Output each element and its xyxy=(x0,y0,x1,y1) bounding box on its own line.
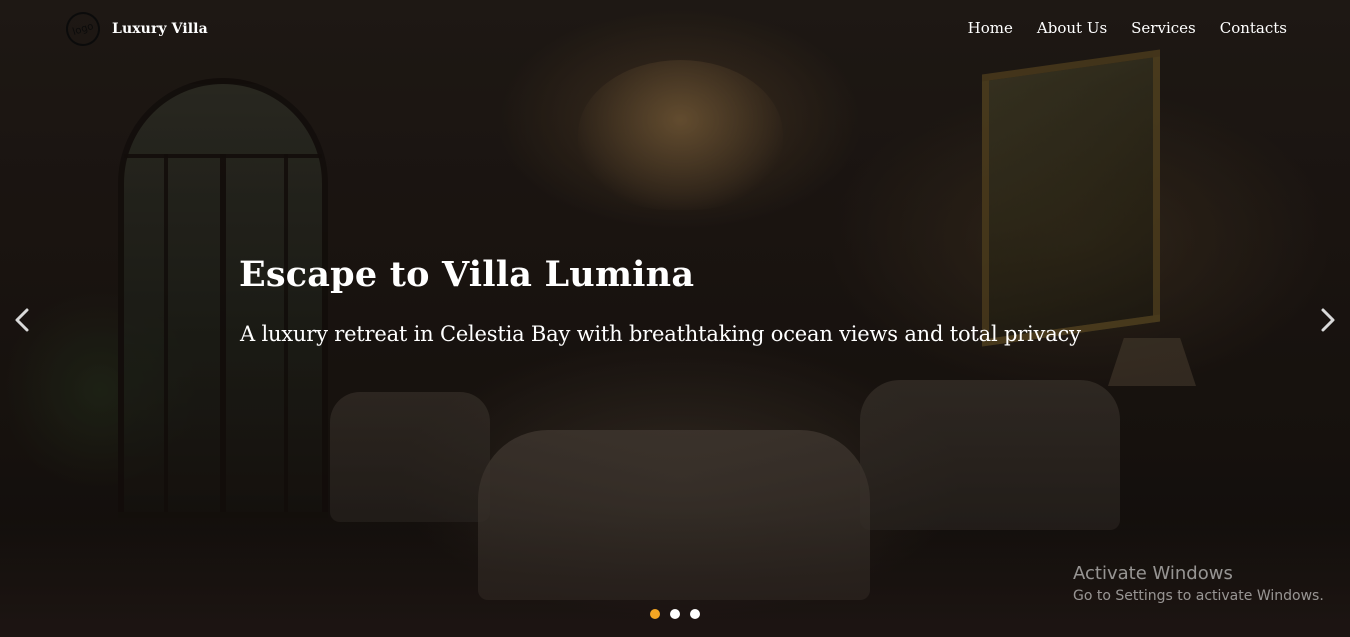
watermark-subtitle: Go to Settings to activate Windows. xyxy=(1073,588,1324,604)
chevron-left-icon xyxy=(15,308,29,332)
chevron-right-icon xyxy=(1321,308,1335,332)
carousel-indicators xyxy=(650,609,700,619)
carousel-dot-3[interactable] xyxy=(690,609,700,619)
brand[interactable]: logo Luxury Villa xyxy=(61,7,208,51)
background-image xyxy=(0,0,1350,637)
nav-link-contacts[interactable]: Contacts xyxy=(1220,19,1287,37)
nav-link-about-us[interactable]: About Us xyxy=(1037,19,1107,37)
hero-section: logo Luxury Villa Home About Us Services… xyxy=(0,0,1350,637)
logo[interactable]: logo xyxy=(61,7,105,51)
brand-name[interactable]: Luxury Villa xyxy=(112,21,208,37)
watermark-title: Activate Windows xyxy=(1073,563,1233,584)
hero-title: Escape to Villa Lumina xyxy=(239,254,695,295)
carousel-dot-1[interactable] xyxy=(650,609,660,619)
navbar: logo Luxury Villa Home About Us Services… xyxy=(0,0,1350,58)
activate-windows-watermark: Activate Windows Go to Settings to activ… xyxy=(1073,563,1324,605)
carousel-next-button[interactable] xyxy=(1310,302,1346,338)
carousel-prev-button[interactable] xyxy=(4,302,40,338)
carousel-dot-2[interactable] xyxy=(670,609,680,619)
hero-subtitle: A luxury retreat in Celestia Bay with br… xyxy=(240,322,1081,346)
nav-link-services[interactable]: Services xyxy=(1131,19,1196,37)
nav-link-home[interactable]: Home xyxy=(968,19,1013,37)
nav-links: Home About Us Services Contacts xyxy=(968,19,1287,37)
